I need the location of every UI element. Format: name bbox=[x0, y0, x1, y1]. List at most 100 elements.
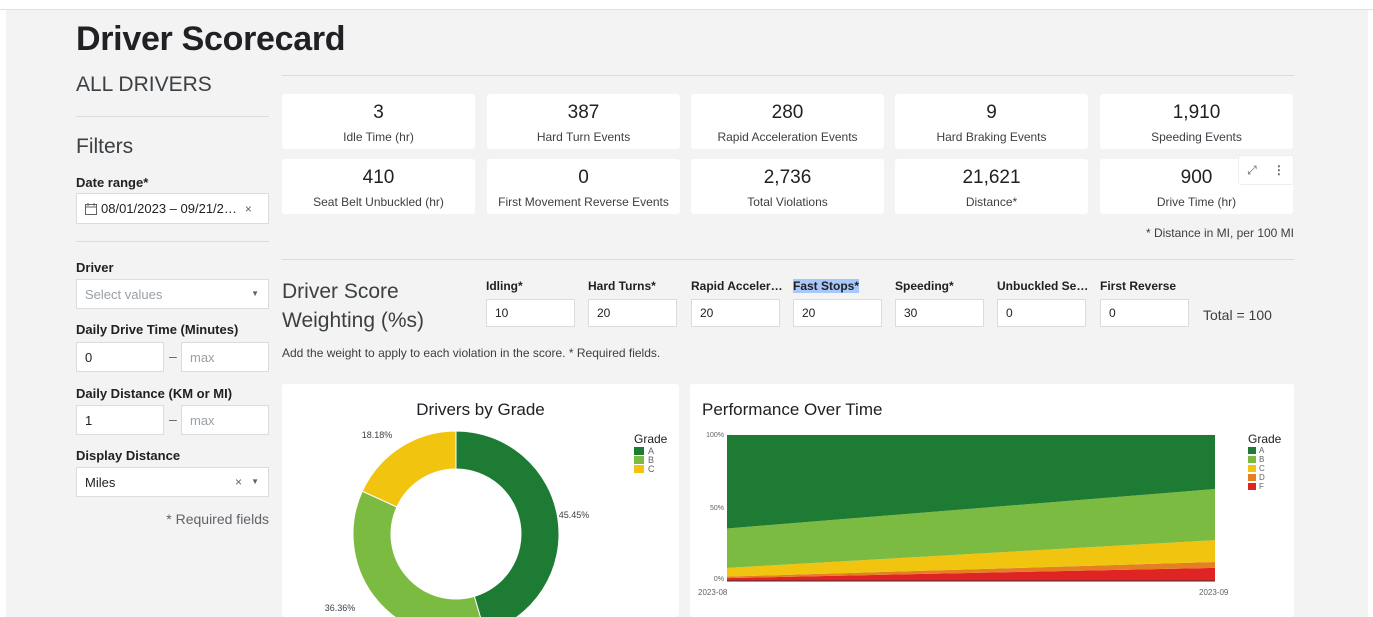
kpi-value: 21,621 bbox=[962, 167, 1021, 188]
kpi-label: First Movement Reverse Events bbox=[498, 195, 669, 209]
donut-chart: 45.45% 36.36% 18.18% bbox=[325, 430, 590, 617]
legend-label: F bbox=[1259, 482, 1264, 491]
kpi-value: 3 bbox=[373, 102, 384, 123]
legend-swatch bbox=[1248, 465, 1256, 472]
weight-input-idling[interactable]: 10 bbox=[486, 299, 575, 327]
weight-input-first-reverse[interactable]: 0 bbox=[1100, 299, 1189, 327]
distance-min-value: 1 bbox=[85, 412, 93, 428]
drive-time-max-placeholder: max bbox=[190, 349, 215, 365]
legend-swatch bbox=[634, 446, 644, 455]
y-tick-label: 0% bbox=[714, 576, 724, 583]
weighting-title-line2: Weighting (%s) bbox=[282, 309, 424, 332]
drive-time-max-input[interactable]: max bbox=[181, 342, 269, 372]
y-tick-label: 100% bbox=[706, 432, 724, 439]
kpi-value: 2,736 bbox=[763, 167, 812, 188]
filters-divider-top bbox=[76, 116, 269, 117]
legend-swatch bbox=[634, 464, 644, 473]
kpi-value: 1,910 bbox=[1172, 102, 1221, 123]
required-fields-note: * Required fields bbox=[166, 511, 269, 527]
close-icon[interactable]: × bbox=[245, 202, 252, 216]
weight-total: Total = 100 bbox=[1203, 307, 1272, 323]
kpi-card-total-violations: 2,736 Total Violations bbox=[691, 159, 884, 214]
legend-swatch bbox=[1248, 456, 1256, 463]
drive-time-min-value: 0 bbox=[85, 349, 93, 365]
legend-label: B bbox=[1259, 455, 1265, 464]
date-range-label: Date range* bbox=[76, 175, 149, 190]
close-icon[interactable]: × bbox=[235, 475, 242, 489]
range-dash: – bbox=[169, 411, 177, 427]
distance-min-input[interactable]: 1 bbox=[76, 405, 164, 435]
kpi-label: Seat Belt Unbuckled (hr) bbox=[313, 195, 444, 209]
weighting-title: Driver Score Weighting (%s) bbox=[282, 277, 424, 335]
kpi-card-speeding: 1,910 Speeding Events bbox=[1100, 94, 1293, 149]
weight-input-hard-turns[interactable]: 20 bbox=[588, 299, 677, 327]
card-toolbar: ⤢ ⋮ bbox=[1238, 155, 1294, 185]
distance-note: * Distance in MI, per 100 MI bbox=[1145, 226, 1294, 240]
weight-input-speeding[interactable]: 30 bbox=[895, 299, 984, 327]
weight-input-rapid-acceleration[interactable]: 20 bbox=[691, 299, 780, 327]
weight-input-unbuckled[interactable]: 0 bbox=[997, 299, 1086, 327]
date-range-picker[interactable]: 08/01/2023 – 09/21/2… × bbox=[76, 193, 269, 224]
legend-item-d: D bbox=[1248, 473, 1281, 482]
weight-label-unbuckled: Unbuckled Se… bbox=[997, 279, 1089, 293]
weight-label-first-reverse: First Reverse bbox=[1100, 279, 1177, 293]
legend-label: D bbox=[1259, 473, 1265, 482]
more-vert-icon[interactable]: ⋮ bbox=[1273, 163, 1285, 177]
legend-item-c: C bbox=[1248, 464, 1281, 473]
legend-item-c: C bbox=[634, 464, 667, 474]
display-distance-select[interactable]: Miles × ▼ bbox=[76, 467, 269, 497]
distance-max-placeholder: max bbox=[190, 412, 215, 428]
driver-label: Driver bbox=[76, 260, 114, 275]
slice-data-label: 36.36% bbox=[325, 603, 356, 613]
drive-time-min-input[interactable]: 0 bbox=[76, 342, 164, 372]
kpi-label: Rapid Acceleration Events bbox=[717, 130, 858, 144]
x-tick-label: 2023-09 bbox=[1199, 588, 1229, 597]
kpi-value: 0 bbox=[578, 167, 589, 188]
header-divider bbox=[282, 75, 1294, 76]
donut-slice-a[interactable] bbox=[455, 430, 560, 617]
kpi-label: Hard Turn Events bbox=[536, 130, 631, 144]
driver-select[interactable]: Select values ▼ bbox=[76, 279, 269, 309]
legend-item-f: F bbox=[1248, 482, 1281, 491]
slice-data-label: 18.18% bbox=[362, 430, 393, 440]
performance-over-time-panel: Performance Over Time 100% 50% 0% 2023-08 20… bbox=[690, 384, 1294, 617]
kpi-card-idle-time: 3 Idle Time (hr) bbox=[282, 94, 475, 149]
kpi-card-first-reverse: 0 First Movement Reverse Events bbox=[487, 159, 680, 214]
expand-icon[interactable]: ⤢ bbox=[1247, 163, 1257, 178]
legend-item-a: A bbox=[1248, 446, 1281, 455]
legend-title: Grade bbox=[634, 432, 668, 446]
kpi-card-seat-belt: 410 Seat Belt Unbuckled (hr) bbox=[282, 159, 475, 214]
donut-slice-b[interactable] bbox=[352, 490, 485, 617]
kpi-label: Distance* bbox=[965, 195, 1018, 209]
kpi-divider bbox=[282, 259, 1294, 260]
slice-data-label: 45.45% bbox=[559, 510, 590, 520]
kpi-card-distance: 21,621 Distance* bbox=[895, 159, 1088, 214]
weight-label-hard-turns: Hard Turns* bbox=[588, 279, 656, 293]
kpi-label: Idle Time (hr) bbox=[343, 130, 414, 144]
legend-label: A bbox=[1259, 446, 1265, 455]
weight-label-idling: Idling* bbox=[486, 279, 523, 293]
kpi-label: Drive Time (hr) bbox=[1156, 195, 1237, 209]
weight-input-fast-stops[interactable]: 20 bbox=[793, 299, 882, 327]
kpi-card-rapid-acceleration: 280 Rapid Acceleration Events bbox=[691, 94, 884, 149]
drivers-by-grade-panel: Drivers by Grade 45.45% 36.36% 18.18% Grad… bbox=[282, 384, 679, 617]
legend-title: Grade bbox=[1248, 432, 1282, 446]
legend-swatch bbox=[1248, 483, 1256, 490]
distance-max-input[interactable]: max bbox=[181, 405, 269, 435]
kpi-label: Speeding Events bbox=[1151, 130, 1242, 144]
legend-label: C bbox=[1259, 464, 1265, 473]
display-distance-value: Miles bbox=[85, 474, 116, 490]
donut-slice-c[interactable] bbox=[361, 430, 457, 508]
legend-item-b: B bbox=[1248, 455, 1281, 464]
legend-swatch bbox=[1248, 447, 1256, 454]
weight-label-speeding: Speeding* bbox=[895, 279, 954, 293]
weighting-help-text: Add the weight to apply to each violatio… bbox=[282, 346, 661, 360]
legend-swatch bbox=[634, 455, 644, 464]
area-chart: 100% 50% 0% 2023-08 2023-09 bbox=[698, 432, 1229, 597]
x-tick-label: 2023-08 bbox=[698, 588, 728, 597]
filters-divider bbox=[76, 241, 269, 242]
daily-drive-time-label: Daily Drive Time (Minutes) bbox=[76, 322, 239, 337]
donut-legend: Grade A B C bbox=[634, 432, 668, 474]
kpi-card-hard-braking: 9 Hard Braking Events bbox=[895, 94, 1088, 149]
weight-label-fast-stops: Fast Stops* bbox=[793, 279, 885, 293]
